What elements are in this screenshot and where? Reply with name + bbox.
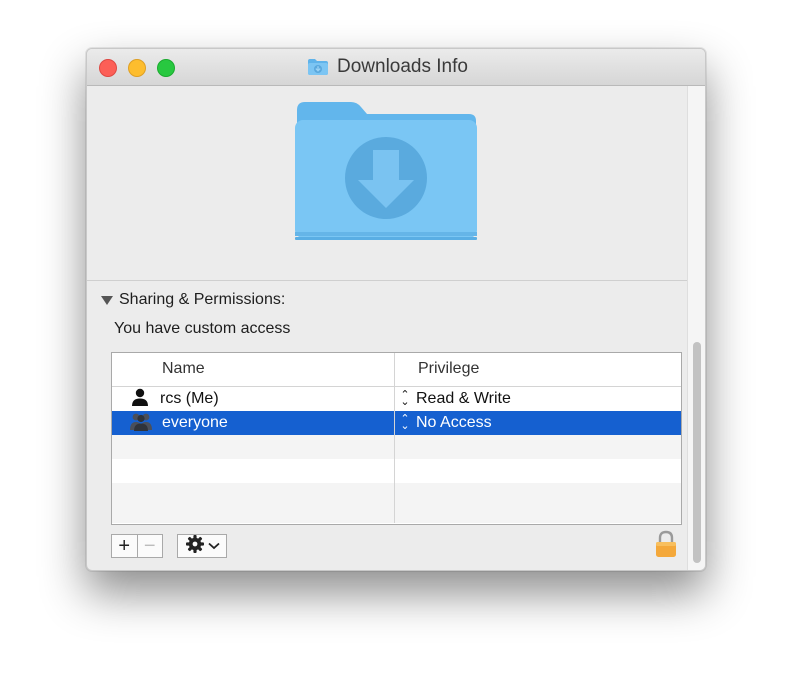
vertical-scrollbar[interactable] [687, 86, 705, 570]
user-icon [130, 387, 150, 412]
table-header: Name Privilege [112, 353, 681, 387]
privilege-popup[interactable]: ⌃ ⌄ Read & Write [400, 389, 511, 409]
close-button[interactable] [99, 59, 117, 77]
gear-icon [185, 534, 205, 559]
title-bar[interactable]: Downloads Info [87, 49, 705, 86]
column-header-privilege[interactable]: Privilege [418, 360, 479, 378]
access-status-text: You have custom access [114, 320, 291, 337]
name-cell: everyone [130, 413, 228, 433]
downloads-folder-icon [293, 98, 479, 251]
scrollbar-thumb[interactable] [693, 342, 701, 563]
add-user-button[interactable]: + [112, 535, 138, 557]
action-menu-button[interactable] [177, 534, 227, 558]
name-cell: rcs (Me) [130, 387, 219, 412]
sharing-section-label: Sharing & Permissions: [119, 291, 286, 308]
table-row-selected[interactable]: everyone ⌃ ⌄ No Access [112, 411, 681, 435]
empty-row [112, 459, 681, 483]
table-row[interactable]: rcs (Me) ⌃ ⌄ Read & Write [112, 387, 681, 411]
section-divider [87, 280, 687, 281]
privilege-value: Read & Write [416, 390, 511, 407]
downloads-folder-icon [307, 58, 329, 76]
add-remove-buttons: + − [111, 534, 163, 558]
group-icon [130, 411, 152, 436]
content-area: Sharing & Permissions: You have custom a… [87, 86, 705, 570]
column-header-name[interactable]: Name [162, 360, 205, 378]
sharing-disclosure[interactable]: Sharing & Permissions: [101, 290, 285, 310]
up-down-arrows-icon: ⌃ ⌄ [400, 389, 410, 408]
window-title-group: Downloads Info [307, 56, 468, 78]
user-name: rcs (Me) [160, 390, 219, 407]
window-title: Downloads Info [337, 56, 468, 77]
up-down-arrows-icon: ⌃ ⌄ [400, 413, 410, 432]
chevron-down-icon [207, 537, 220, 555]
zoom-button[interactable] [157, 59, 175, 77]
info-window: Downloads Info Sharing & Permissions: Yo… [86, 48, 706, 571]
minimize-button[interactable] [128, 59, 146, 77]
remove-user-button[interactable]: − [138, 535, 163, 557]
lock-icon[interactable] [655, 530, 677, 563]
empty-row [112, 483, 681, 523]
disclosure-triangle-icon[interactable] [101, 295, 113, 305]
permissions-table: Name Privilege rcs (Me) ⌃ ⌄ Read & Write… [111, 352, 682, 525]
column-divider [394, 353, 395, 386]
privilege-popup[interactable]: ⌃ ⌄ No Access [400, 413, 492, 433]
privilege-value: No Access [416, 414, 492, 431]
empty-row [112, 435, 681, 459]
column-divider [394, 386, 395, 523]
user-name: everyone [162, 414, 228, 431]
